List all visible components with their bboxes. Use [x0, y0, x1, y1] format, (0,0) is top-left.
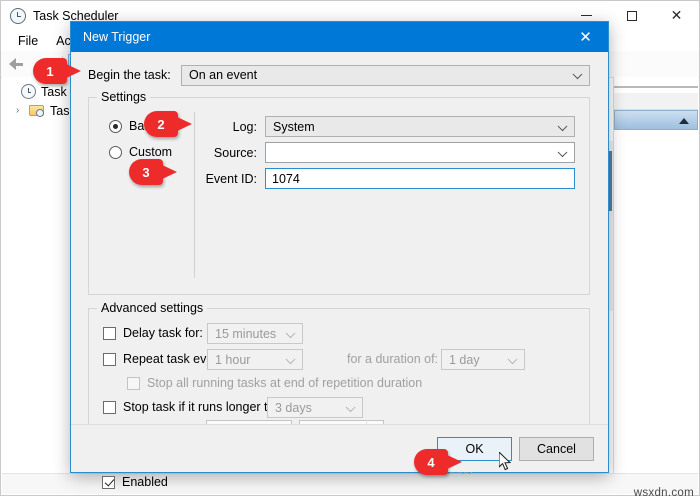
stop-task-checkbox[interactable]: Stop task if it runs longer than:	[103, 400, 292, 414]
delay-task-label: Delay task for:	[123, 326, 203, 340]
delay-task-value: 15 minutes	[215, 326, 277, 341]
dialog-close-button[interactable]: ✕	[563, 22, 608, 52]
radio-custom-indicator	[109, 145, 122, 159]
cancel-button[interactable]: Cancel	[519, 437, 594, 461]
checkbox-indicator	[103, 326, 116, 340]
enabled-label: Enabled	[122, 475, 168, 489]
callout-arrow-icon	[62, 62, 81, 80]
stop-task-combobox[interactable]: 3 days	[267, 397, 363, 418]
page-bottom-strip	[0, 496, 700, 501]
repeat-task-value: 1 hour	[215, 352, 251, 367]
checkbox-indicator	[103, 400, 116, 414]
caret-up-icon	[679, 118, 689, 124]
begin-task-value: On an event	[189, 68, 258, 82]
watermark: wsxdn.com	[633, 487, 694, 499]
duration-label: for a duration of:	[347, 352, 439, 366]
log-value: System	[273, 119, 315, 134]
chevron-down-icon	[557, 146, 568, 157]
chevron-down-icon	[345, 401, 356, 412]
close-icon: ✕	[670, 7, 683, 24]
advanced-group-title: Advanced settings	[97, 301, 208, 315]
callout-3: 3	[129, 159, 177, 185]
checkbox-indicator	[127, 376, 140, 390]
checkbox-indicator	[102, 475, 115, 489]
mouse-cursor	[499, 452, 512, 471]
chevron-down-icon	[285, 353, 296, 364]
panel-selected-row[interactable]	[614, 110, 698, 130]
back-arrow-icon[interactable]	[7, 54, 29, 74]
maximize-icon	[626, 10, 637, 21]
callout-arrow-icon	[173, 115, 192, 133]
begin-task-combobox[interactable]: On an event	[181, 64, 590, 86]
cancel-button-label: Cancel	[537, 442, 576, 456]
chevron-down-icon	[507, 353, 518, 364]
radio-basic-indicator	[109, 119, 122, 133]
ok-button-label: OK	[465, 442, 484, 456]
dialog-body: Begin the task: On an event Settings Bas…	[71, 52, 608, 489]
task-scheduler-icon	[10, 7, 26, 24]
callout-4: 4	[414, 449, 462, 475]
folder-clock-icon	[29, 104, 45, 118]
new-trigger-dialog: New Trigger ✕ Begin the task: On an even…	[70, 21, 609, 489]
log-label: Log:	[232, 120, 257, 134]
close-icon: ✕	[579, 28, 592, 46]
checkbox-indicator	[103, 352, 116, 366]
source-combobox[interactable]	[265, 142, 575, 163]
callout-arrow-icon	[443, 453, 462, 471]
duration-combobox[interactable]: 1 day	[441, 349, 525, 370]
chevron-down-icon	[285, 327, 296, 338]
event-id-input[interactable]: 1074	[265, 168, 575, 189]
settings-group-title: Settings	[97, 90, 151, 104]
actions-panel	[613, 77, 698, 494]
stop-task-value: 3 days	[275, 400, 312, 415]
callout-2: 2	[144, 111, 192, 137]
callout-arrow-icon	[158, 163, 177, 181]
chevron-down-icon	[572, 69, 583, 80]
callout-1: 1	[33, 58, 81, 84]
close-button[interactable]: ✕	[654, 1, 699, 30]
repeat-task-combobox[interactable]: 1 hour	[207, 349, 303, 370]
radio-custom-label: Custom	[129, 145, 173, 159]
delay-task-combobox[interactable]: 15 minutes	[207, 323, 303, 344]
chevron-down-icon	[557, 120, 568, 131]
stop-all-running-tasks-checkbox[interactable]: Stop all running tasks at end of repetit…	[127, 376, 422, 390]
radio-custom[interactable]: Custom	[109, 145, 172, 159]
panel-divider	[614, 86, 698, 88]
clock-icon	[21, 84, 36, 99]
duration-value: 1 day	[449, 352, 480, 367]
menu-file[interactable]: File	[9, 32, 47, 50]
maximize-button[interactable]	[609, 1, 654, 30]
stop-all-running-tasks-label: Stop all running tasks at end of repetit…	[147, 376, 423, 390]
source-label: Source:	[213, 146, 257, 160]
dialog-titlebar: New Trigger ✕	[71, 22, 608, 52]
dialog-title: New Trigger	[83, 30, 151, 44]
dialog-footer: OK Cancel	[71, 424, 608, 472]
enabled-checkbox[interactable]: Enabled	[102, 475, 168, 489]
delay-task-checkbox[interactable]: Delay task for:	[103, 326, 203, 340]
panel-header-band	[614, 93, 698, 110]
begin-task-row: Begin the task: On an event	[88, 64, 590, 86]
minimize-icon	[581, 15, 592, 16]
begin-task-label: Begin the task:	[88, 68, 171, 82]
log-combobox[interactable]: System	[265, 116, 575, 137]
event-id-value: 1074	[272, 171, 300, 186]
event-id-label: Event ID:	[205, 172, 257, 186]
settings-vertical-divider	[194, 112, 195, 278]
tree-expander[interactable]: ›	[16, 105, 29, 116]
